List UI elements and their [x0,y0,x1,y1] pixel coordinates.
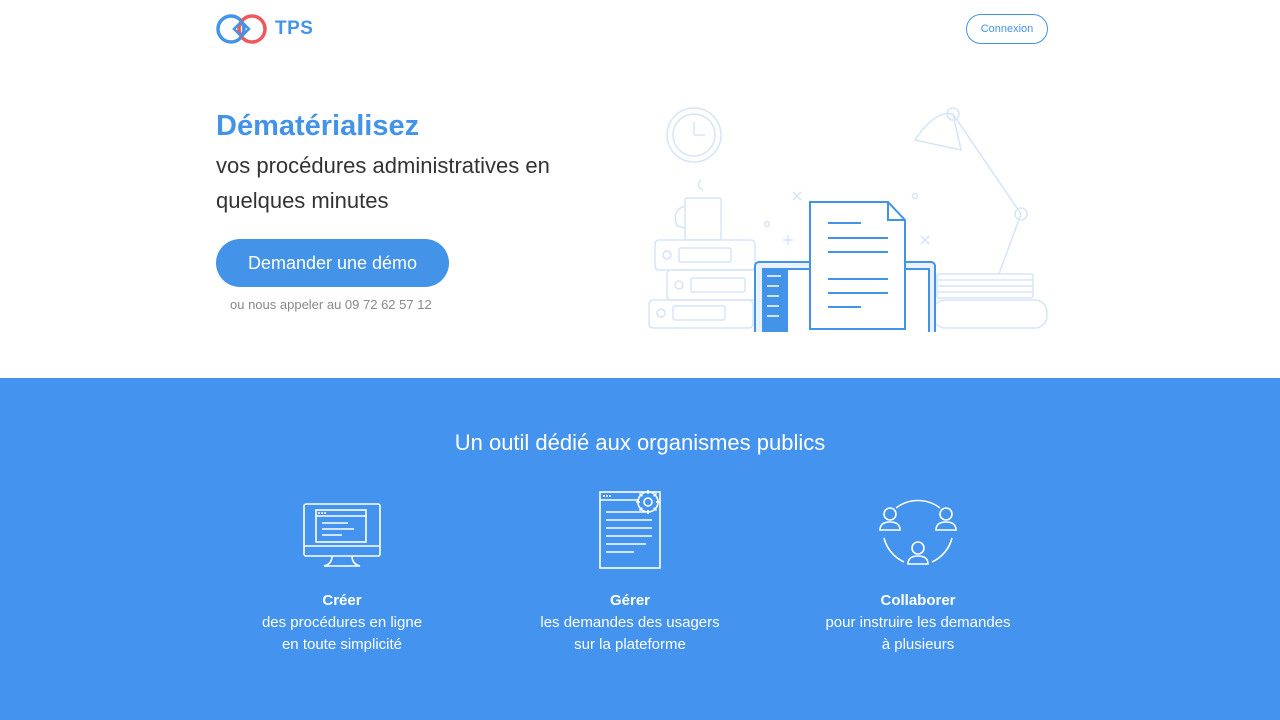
feature-collaborate-title: Collaborer [880,592,956,609]
feature-manage-line2: sur la plateforme [574,636,686,653]
brand-name: TPS [275,18,314,39]
tps-logo[interactable]: TPS [215,13,313,45]
feature-collaborate-line2: à plusieurs [881,636,955,653]
logo-rings-icon [216,14,267,44]
feature-create-title: Créer [322,592,362,609]
feature-manage-line1: les demandes des usagers [540,614,720,631]
call-us-text: ou nous appeler au 09 72 62 57 12 [230,297,432,312]
request-demo-button[interactable]: Demander une démo [216,239,449,287]
feature-collaborate-line1: pour instruire les demandes [825,614,1011,631]
features-band: Un outil dédié aux organismes publics Cr… [0,378,1280,720]
document-gear-icon [599,490,661,569]
feature-create: Créer des procédures en ligne en toute s… [212,490,472,656]
login-button[interactable]: Connexion [966,14,1048,44]
feature-create-line1: des procédures en ligne [261,614,423,631]
monitor-icon [303,503,381,567]
feature-manage-title: Gérer [609,592,651,609]
features-title: Un outil dédié aux organismes publics [454,430,826,455]
hero-subtitle: vos procédures administratives en quelqu… [216,153,550,213]
feature-create-line2: en toute simplicité [281,636,403,653]
hero-title: Dématérialisez [216,110,420,142]
top-header: TPS Connexion [0,0,1280,60]
people-circle-icon [879,499,957,565]
feature-manage: Gérer les demandes des usagers sur la pl… [500,490,760,656]
hero-section: Dématérialisez vos procédures administra… [0,60,1280,378]
feature-collaborate: Collaborer pour instruire les demandes à… [788,490,1048,656]
laptop-office-illustration [648,107,1048,332]
